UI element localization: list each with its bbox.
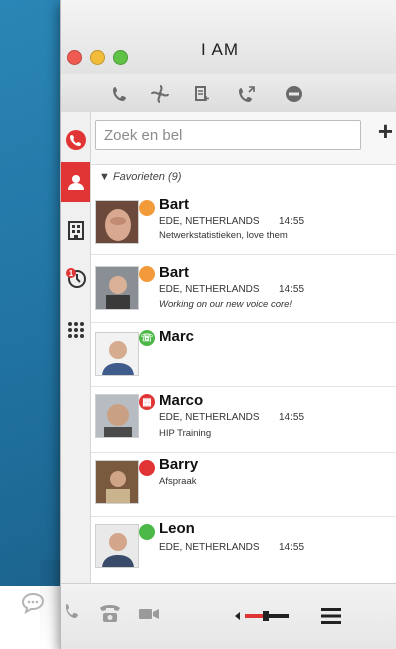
phone-icon	[65, 130, 86, 150]
phone-icon[interactable]	[61, 600, 85, 624]
favorites-title: Favorieten (9)	[112, 171, 182, 183]
avatar	[95, 394, 139, 438]
status-indicator	[139, 266, 155, 282]
contact-time: 14:55	[279, 542, 305, 553]
person-icon	[67, 175, 84, 190]
contact-location: EDE, NETHERLANDS	[159, 542, 260, 553]
contact-location: EDE, NETHERLANDS	[159, 284, 260, 295]
phone-settings-icon[interactable]	[109, 83, 131, 105]
history-icon: 1	[65, 268, 86, 288]
avatar	[95, 200, 139, 244]
keypad-icon	[67, 322, 84, 338]
search-row: +	[91, 112, 396, 165]
video-icon[interactable]	[137, 602, 161, 626]
on-call-status-icon: ☏	[139, 330, 155, 346]
search-input[interactable]	[95, 120, 361, 150]
contact-location: EDE, NETHERLANDS	[159, 412, 260, 423]
sidebar-item-contacts[interactable]	[61, 162, 90, 202]
contact-name: Marco	[159, 392, 204, 409]
status-indicator	[139, 200, 155, 216]
window-controls	[67, 50, 128, 65]
toolbar	[61, 74, 396, 113]
do-not-disturb-icon[interactable]	[283, 83, 305, 105]
chat-icon[interactable]	[20, 590, 46, 616]
window-title: I AM	[201, 40, 240, 59]
contact-note: Working on our new voice core!	[159, 299, 293, 310]
list-item[interactable]: Bart EDE, NETHERLANDS 14:55 Netwerkstati…	[91, 190, 396, 255]
favorites-header[interactable]: ▼ Favorieten (9)	[91, 166, 396, 188]
list-item[interactable]: Leon EDE, NETHERLANDS 14:55	[91, 516, 396, 582]
list-item[interactable]: Bart EDE, NETHERLANDS 14:55 Working on o…	[91, 254, 396, 323]
contact-time: 14:55	[279, 216, 305, 227]
contact-location: EDE, NETHERLANDS	[159, 216, 260, 227]
contact-note: HIP Training	[159, 428, 212, 439]
note-add-icon[interactable]	[191, 83, 213, 105]
sidebar-item-keypad[interactable]	[61, 310, 90, 350]
list-item[interactable]: ☏ Marc	[91, 322, 396, 387]
minimize-button[interactable]	[90, 50, 105, 65]
list-item[interactable]: ▦ Marco EDE, NETHERLANDS 14:55 HIP Train…	[91, 386, 396, 453]
contact-name: Leon	[159, 520, 195, 537]
bottom-bar	[61, 583, 396, 649]
close-button[interactable]	[67, 50, 82, 65]
avatar	[95, 460, 139, 504]
history-badge: 1	[68, 269, 73, 278]
add-contact-button[interactable]: +	[378, 118, 393, 144]
status-indicator	[139, 460, 155, 476]
desk-phone-icon[interactable]	[97, 600, 123, 626]
contact-note: Afspraak	[159, 476, 197, 487]
zoom-button[interactable]	[113, 50, 128, 65]
menu-icon[interactable]	[319, 604, 343, 628]
contact-time: 14:55	[279, 284, 305, 295]
sidebar-item-phone[interactable]	[61, 120, 90, 160]
contact-note: Netwerkstatistieken, love them	[159, 230, 288, 241]
avatar	[95, 332, 139, 376]
chevron-down-icon: ▼	[99, 171, 113, 183]
list-item[interactable]: Barry Afspraak	[91, 452, 396, 517]
contact-name: Bart	[159, 264, 190, 281]
fan-icon[interactable]	[149, 83, 171, 105]
status-indicator	[139, 524, 155, 540]
contact-list: Bart EDE, NETHERLANDS 14:55 Netwerkstati…	[91, 190, 396, 584]
contact-name: Marc	[159, 328, 195, 345]
title-bar: I AM	[61, 0, 396, 75]
sidebar-item-company[interactable]	[61, 210, 90, 250]
building-icon	[67, 221, 84, 240]
contact-name: Bart	[159, 196, 190, 213]
avatar	[95, 524, 139, 568]
forward-call-icon[interactable]	[236, 83, 258, 105]
sidebar: 1	[61, 112, 91, 584]
avatar	[95, 266, 139, 310]
contact-name: Barry	[159, 456, 199, 473]
app-window: I AM 1 Zoek en bel + ▼ Favorieten (9) Ba…	[60, 0, 396, 649]
meeting-status-icon: ▦	[139, 394, 155, 410]
sidebar-item-history[interactable]: 1	[61, 258, 90, 298]
contact-time: 14:55	[279, 412, 305, 423]
volume-icon[interactable]	[233, 606, 303, 626]
